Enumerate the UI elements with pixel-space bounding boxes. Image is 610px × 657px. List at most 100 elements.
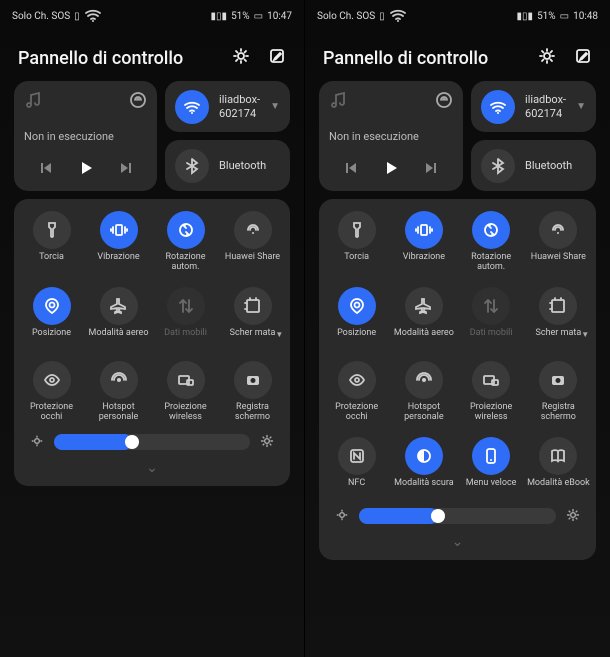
toggle-hwshare[interactable]: Huawei Share	[527, 211, 590, 273]
toggle-label: Modalità eBook	[527, 479, 590, 497]
battery-icon: ▭	[560, 11, 569, 22]
battery-percent: 51%	[537, 11, 556, 22]
expand-handle[interactable]: ⌄	[325, 532, 590, 552]
play-button[interactable]	[382, 159, 400, 181]
status-bar: Solo Ch. SOS ▯ ▮▯▮ 51% ▭ 10:47	[0, 0, 304, 29]
toggle-mobiledata[interactable]: Dati mobili	[154, 287, 217, 347]
toggle-airplane[interactable]: Modalità aereo	[392, 287, 455, 347]
bluetooth-icon	[175, 149, 209, 183]
toggle-label: Vibrazione	[97, 253, 139, 271]
toggle-vibration[interactable]: Vibrazione	[87, 211, 150, 273]
vibrate-status-icon: ▮▯▮	[517, 11, 534, 22]
toggle-label: Hotspot personale	[87, 403, 150, 423]
hwshare-icon	[539, 211, 577, 249]
toggle-darkmode[interactable]: Modalità scura	[392, 437, 455, 497]
toggle-eyecomfort[interactable]: Protezione occhi	[20, 361, 83, 423]
hotspot-icon	[100, 361, 138, 399]
bluetooth-label: Bluetooth	[219, 159, 280, 172]
carrier-text: Solo Ch. SOS	[12, 11, 70, 22]
toggle-label: Menu veloce	[466, 479, 517, 497]
toggle-label: Registra schermo	[221, 403, 284, 423]
toggle-eyecomfort[interactable]: Protezione occhi	[325, 361, 388, 423]
toggle-screenshot[interactable]: Scher mata▼	[527, 287, 590, 347]
settings-button[interactable]	[232, 47, 250, 69]
toggle-location[interactable]: Posizione	[20, 287, 83, 347]
play-button[interactable]	[77, 159, 95, 181]
bluetooth-tile[interactable]: Bluetooth	[471, 140, 596, 191]
toggle-autorotate[interactable]: Rotazione autom.	[460, 211, 523, 273]
location-icon	[33, 287, 71, 325]
phone-panel-0: Solo Ch. SOS ▯ ▮▯▮ 51% ▭ 10:47 Pannello …	[0, 0, 305, 657]
brightness-slider[interactable]	[325, 497, 590, 532]
toggle-wirelessproj[interactable]: Proiezione wireless	[460, 361, 523, 423]
bluetooth-icon	[481, 149, 515, 183]
toggle-screenrec[interactable]: Registra schermo	[527, 361, 590, 423]
chevron-down-icon: ▼	[270, 101, 280, 112]
toggle-label: Protezione occhi	[325, 403, 388, 423]
cast-icon[interactable]	[129, 91, 147, 113]
brightness-slider[interactable]	[20, 423, 284, 458]
toggle-label: Dati mobili	[470, 329, 513, 347]
toggle-autorotate[interactable]: Rotazione autom.	[154, 211, 217, 273]
next-button[interactable]	[118, 159, 136, 181]
bluetooth-tile[interactable]: Bluetooth	[165, 140, 290, 191]
toggle-nfc[interactable]: NFC	[325, 437, 388, 497]
toggle-screenrec[interactable]: Registra schermo	[221, 361, 284, 423]
torch-icon	[33, 211, 71, 249]
toggle-location[interactable]: Posizione	[325, 287, 388, 347]
eyecomfort-icon	[338, 361, 376, 399]
screenshot-icon	[234, 287, 272, 325]
toggle-label: Modalità aereo	[89, 329, 149, 347]
toggle-screenshot[interactable]: Scher mata▼	[221, 287, 284, 347]
toggle-label: Scher mata▼	[536, 329, 582, 347]
quick-toggles-panel: Torcia Vibrazione Rotazione autom. Huawe…	[14, 199, 290, 486]
autorotate-icon	[167, 211, 205, 249]
wifi-status-icon	[84, 6, 102, 27]
media-tile[interactable]: Non in esecuzione	[14, 81, 157, 191]
prev-button[interactable]	[36, 159, 54, 181]
toggle-hotspot[interactable]: Hotspot personale	[87, 361, 150, 423]
slider-track[interactable]	[359, 508, 556, 524]
hwshare-icon	[234, 211, 272, 249]
music-icon	[329, 91, 347, 113]
next-button[interactable]	[423, 159, 441, 181]
media-tile[interactable]: Non in esecuzione	[319, 81, 463, 191]
wifi-tile[interactable]: iliadbox-602174 ▼	[165, 81, 290, 132]
mobiledata-icon	[167, 287, 205, 325]
edit-button[interactable]	[268, 47, 286, 69]
toggle-label: Proiezione wireless	[460, 403, 523, 423]
eyecomfort-icon	[33, 361, 71, 399]
toggle-vibration[interactable]: Vibrazione	[392, 211, 455, 273]
prev-button[interactable]	[341, 159, 359, 181]
toggle-hotspot[interactable]: Hotspot personale	[392, 361, 455, 423]
airplane-icon	[100, 287, 138, 325]
toggle-label: Scher mata▼	[230, 329, 276, 347]
wifi-tile[interactable]: iliadbox-602174 ▼	[471, 81, 596, 132]
toggle-airplane[interactable]: Modalità aereo	[87, 287, 150, 347]
edit-button[interactable]	[574, 47, 592, 69]
slider-track[interactable]	[54, 434, 250, 450]
toggle-label: Dati mobili	[164, 329, 207, 347]
settings-button[interactable]	[538, 47, 556, 69]
wifi-status-icon	[389, 6, 407, 27]
toggle-ebook[interactable]: Modalità eBook	[527, 437, 590, 497]
autorotate-icon	[472, 211, 510, 249]
toggle-mobiledata[interactable]: Dati mobili	[460, 287, 523, 347]
toggle-torch[interactable]: Torcia	[325, 211, 388, 273]
toggle-label: Torcia	[39, 253, 64, 271]
clock: 10:47	[267, 11, 292, 22]
vibration-icon	[405, 211, 443, 249]
expand-handle[interactable]: ⌄	[20, 458, 284, 478]
cast-icon[interactable]	[435, 91, 453, 113]
toggle-quickmenu[interactable]: Menu veloce	[460, 437, 523, 497]
media-status: Non in esecuzione	[24, 130, 147, 143]
toggle-label: Posizione	[337, 329, 376, 347]
page-title: Pannello di controllo	[323, 48, 488, 69]
toggle-torch[interactable]: Torcia	[20, 211, 83, 273]
bluetooth-label: Bluetooth	[525, 159, 586, 172]
toggle-wirelessproj[interactable]: Proiezione wireless	[154, 361, 217, 423]
quickmenu-icon	[472, 437, 510, 475]
toggle-hwshare[interactable]: Huawei Share	[221, 211, 284, 273]
toggle-label: Torcia	[344, 253, 369, 271]
airplane-icon	[405, 287, 443, 325]
